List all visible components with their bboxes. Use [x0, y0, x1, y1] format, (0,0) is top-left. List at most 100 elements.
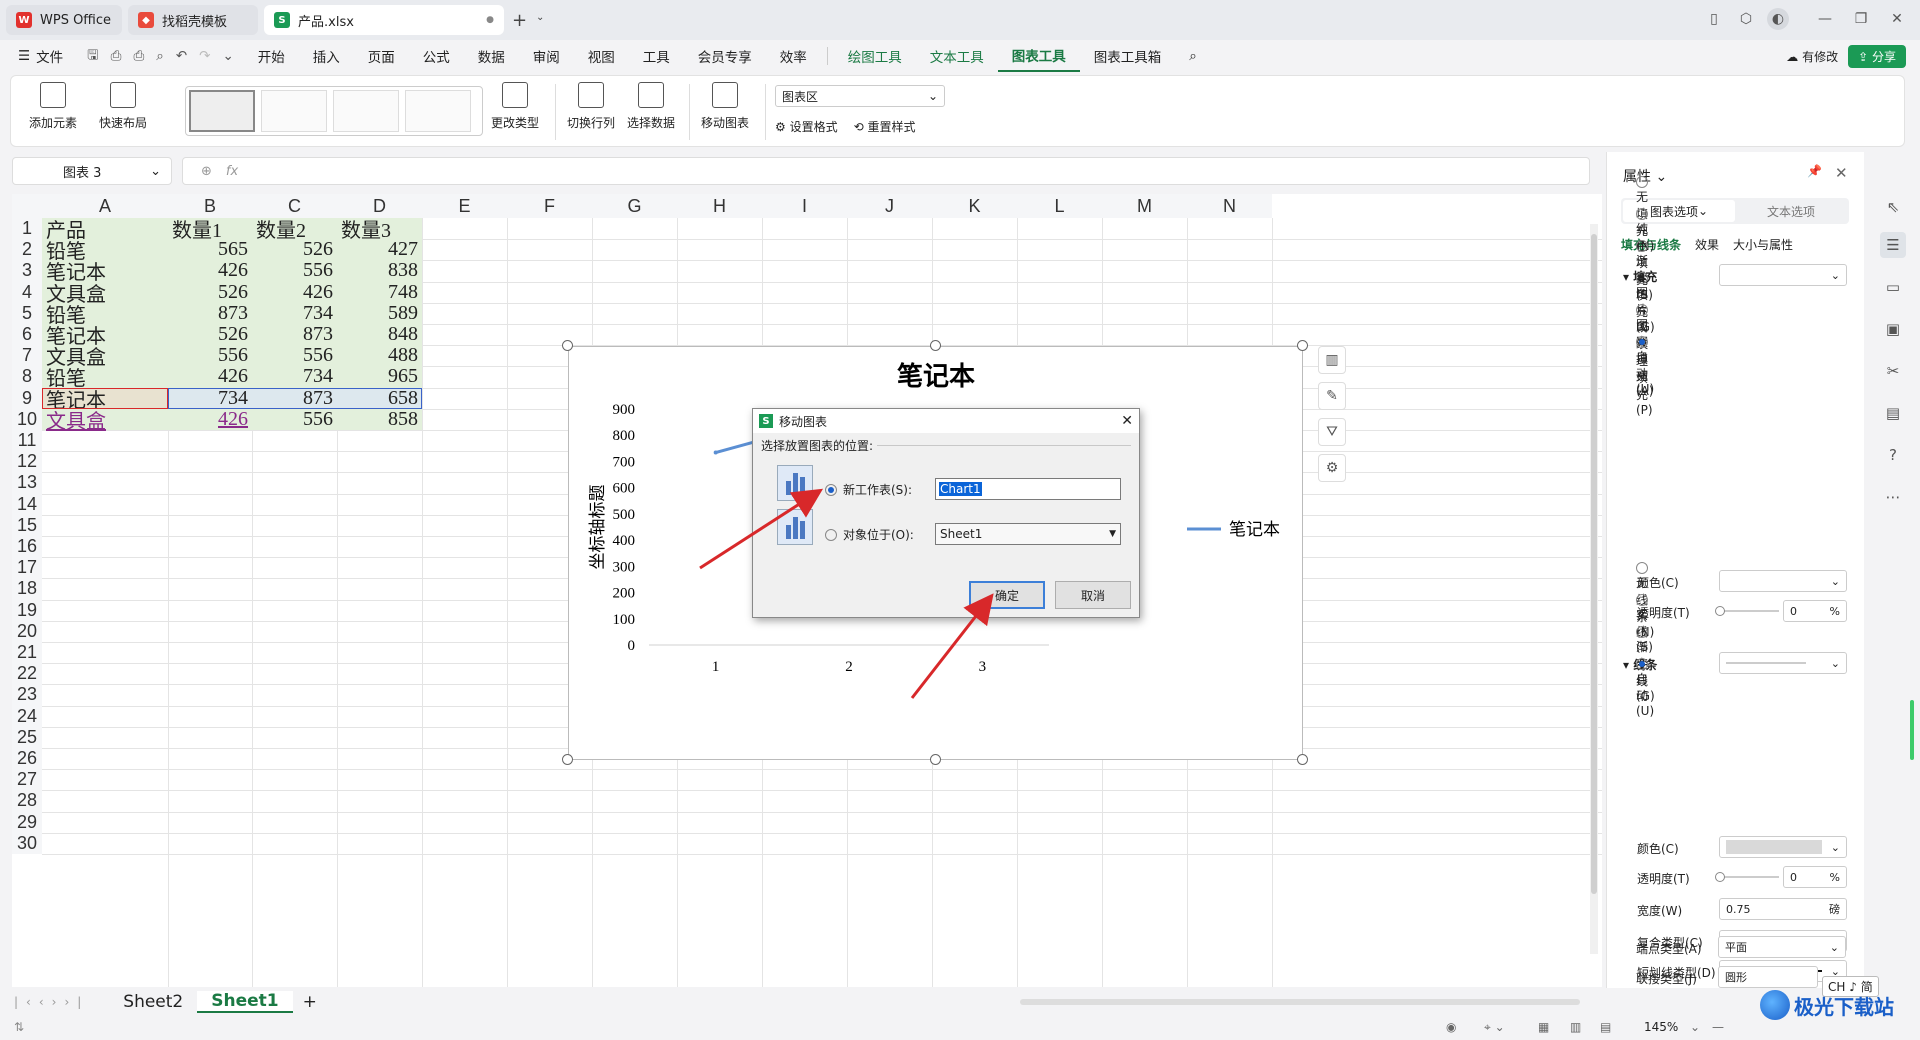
table-cell[interactable]: 488 — [337, 344, 422, 366]
sheet-tab-sheet2[interactable]: Sheet2 — [109, 992, 197, 1012]
export-icon[interactable]: ⎙ — [111, 48, 122, 64]
subtab-size[interactable]: 大小与属性 — [1733, 236, 1793, 253]
table-cell[interactable]: 426 — [168, 365, 252, 387]
pin-icon[interactable]: 📌 — [1807, 164, 1822, 178]
close-icon[interactable]: ✕ — [1121, 413, 1133, 429]
resize-handle[interactable] — [1297, 340, 1308, 351]
row-header[interactable]: 4 — [12, 281, 42, 303]
more-icon[interactable]: ⌄ — [222, 48, 233, 64]
row-header[interactable]: 16 — [12, 536, 42, 558]
menu-home[interactable]: 开始 — [244, 40, 299, 72]
menu-insert[interactable]: 插入 — [299, 40, 354, 72]
row-header[interactable]: 11 — [12, 430, 42, 452]
resize-handle[interactable] — [562, 754, 573, 765]
table-cell[interactable]: 734 — [252, 302, 337, 324]
row-header[interactable]: 25 — [12, 726, 42, 748]
new-tab-icon[interactable]: + — [512, 10, 527, 31]
table-cell[interactable]: 873 — [168, 302, 252, 324]
column-header[interactable]: I — [762, 194, 847, 218]
table-cell[interactable]: 565 — [168, 238, 252, 260]
zoom-out-icon[interactable]: ⌄ — [1690, 1020, 1700, 1034]
width-input[interactable]: 0.75 磅 — [1719, 898, 1847, 920]
change-type-button[interactable]: 更改类型 — [491, 82, 539, 131]
close-icon[interactable]: ✕ — [1835, 164, 1848, 182]
table-cell[interactable]: 426 — [252, 281, 337, 303]
chart-element-select[interactable]: 图表区 ⌄ — [775, 85, 945, 107]
menu-member[interactable]: 会员专享 — [684, 40, 766, 72]
vertical-scrollbar-thumb[interactable] — [1591, 234, 1597, 894]
zoom-minus-icon[interactable]: — — [1712, 1020, 1724, 1034]
zoom-formula-icon[interactable]: ⊕ — [201, 164, 212, 179]
table-cell[interactable]: 748 — [337, 281, 422, 303]
print-icon[interactable]: ⎙ — [133, 48, 144, 64]
fx-icon[interactable]: fx — [226, 164, 238, 179]
cancel-button[interactable]: 取消 — [1055, 581, 1131, 609]
quick-layout-button[interactable]: 快速布局 — [99, 82, 147, 131]
sheet-nav-arrows-icon[interactable]: |‹‹››| — [14, 995, 89, 1009]
menu-text-tools[interactable]: 文本工具 — [916, 40, 998, 72]
save-icon[interactable]: 🖫 — [87, 45, 99, 68]
menu-chart-toolbox[interactable]: 图表工具箱 — [1080, 40, 1176, 72]
row-header[interactable]: 22 — [12, 663, 42, 685]
row-header[interactable]: 17 — [12, 557, 42, 579]
eye-icon[interactable]: ◉ — [1446, 1020, 1456, 1034]
line-color-select[interactable]: ⌄ — [1719, 836, 1847, 858]
tab-text-options[interactable]: 文本选项 — [1735, 200, 1847, 222]
chart-style-icon[interactable]: ✎ — [1318, 382, 1346, 410]
properties-icon[interactable]: ☰ — [1880, 232, 1906, 258]
fill-preset-select[interactable]: ⌄ — [1719, 264, 1847, 286]
column-header[interactable]: K — [932, 194, 1017, 218]
column-header[interactable]: N — [1187, 194, 1272, 218]
cap-select[interactable]: 平面 ⌄ — [1718, 936, 1846, 958]
cube-icon[interactable]: ⬡ — [1735, 8, 1757, 30]
chevron-down-icon[interactable]: ⌄ — [536, 12, 544, 23]
restore-icon[interactable]: ❐ — [1850, 8, 1872, 30]
search-icon[interactable]: ⌕ — [1175, 40, 1211, 72]
locate-icon[interactable]: ⌖ ⌄ — [1484, 1020, 1505, 1035]
page-view-icon[interactable]: ▥ — [1570, 1020, 1581, 1034]
style-thumb[interactable] — [189, 90, 255, 132]
resize-handle[interactable] — [562, 340, 573, 351]
table-cell[interactable]: 858 — [337, 408, 422, 430]
undo-icon[interactable]: ↶ — [176, 48, 187, 64]
table-cell[interactable]: 589 — [337, 302, 422, 324]
add-element-button[interactable]: 添加元素 — [29, 82, 77, 131]
subtab-effects[interactable]: 效果 — [1695, 236, 1719, 253]
row-header[interactable]: 5 — [12, 302, 42, 324]
style-thumb[interactable] — [405, 90, 471, 132]
table-cell[interactable]: 数量3 — [337, 218, 422, 242]
menu-page[interactable]: 页面 — [354, 40, 409, 72]
object-in-select[interactable]: Sheet1 ▼ — [935, 523, 1121, 545]
table-cell[interactable]: 526 — [168, 323, 252, 345]
row-header[interactable]: 24 — [12, 705, 42, 727]
table-cell[interactable]: 426 — [168, 408, 252, 430]
column-header[interactable]: J — [847, 194, 932, 218]
table-cell[interactable]: 526 — [252, 238, 337, 260]
row-header[interactable]: 14 — [12, 493, 42, 515]
normal-view-icon[interactable]: ▦ — [1538, 1020, 1549, 1034]
zoom-level[interactable]: 145% — [1644, 1020, 1678, 1034]
chart-style-gallery[interactable] — [185, 86, 483, 136]
style-thumb[interactable] — [261, 90, 327, 132]
row-header[interactable]: 2 — [12, 239, 42, 261]
select-all-corner[interactable] — [12, 194, 42, 218]
reset-style-button[interactable]: ⟲ 重置样式 — [854, 118, 916, 135]
has-changes-button[interactable]: ☁ 有修改 — [1786, 48, 1838, 65]
column-header[interactable]: L — [1017, 194, 1102, 218]
row-header[interactable]: 6 — [12, 324, 42, 346]
column-header[interactable]: H — [677, 194, 762, 218]
table-cell[interactable]: 556 — [252, 344, 337, 366]
select-data-button[interactable]: 选择数据 — [627, 82, 675, 131]
share-button[interactable]: ⇪ 分享 — [1848, 44, 1906, 68]
row-header[interactable]: 3 — [12, 260, 42, 282]
break-view-icon[interactable]: ▤ — [1600, 1020, 1611, 1034]
table-cell[interactable]: 526 — [168, 281, 252, 303]
table-cell[interactable]: 838 — [337, 259, 422, 281]
book-icon[interactable]: ▤ — [1880, 400, 1906, 426]
line-transparency-slider[interactable] — [1715, 872, 1779, 882]
row-header[interactable]: 8 — [12, 366, 42, 388]
formula-bar[interactable]: ⊕ fx — [182, 157, 1590, 185]
layout-icon[interactable]: ▯ — [1703, 8, 1725, 30]
ok-button[interactable]: 确定 — [969, 581, 1045, 609]
fill-color-select[interactable]: ⌄ — [1719, 570, 1847, 592]
